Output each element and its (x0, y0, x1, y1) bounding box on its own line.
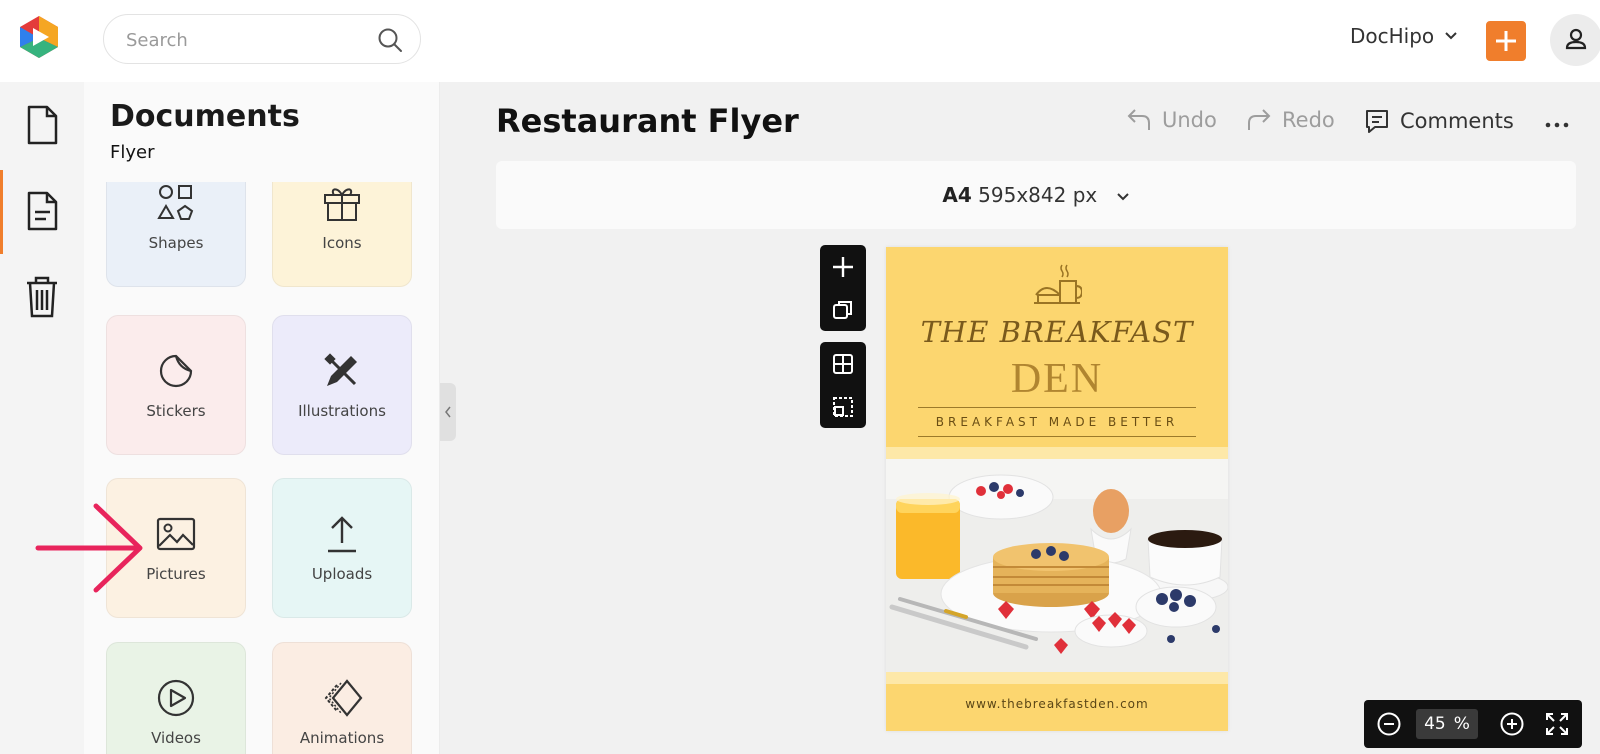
plus-icon (833, 256, 853, 277)
animation-icon (324, 679, 363, 717)
create-button[interactable] (1486, 21, 1526, 61)
image-icon (156, 517, 196, 551)
page-size-name: A4 (942, 183, 972, 207)
tile-label: Shapes (148, 234, 204, 252)
file-text-icon (27, 191, 58, 231)
search-box[interactable] (103, 14, 421, 64)
tile-stickers[interactable]: Stickers (106, 315, 246, 455)
tile-uploads[interactable]: Uploads (272, 478, 412, 618)
fullscreen-button[interactable] (1542, 709, 1572, 739)
annotation-arrow (35, 503, 143, 593)
left-rail (0, 82, 84, 754)
zoom-out-button[interactable] (1374, 709, 1404, 739)
zoom-in-icon (1500, 712, 1524, 736)
copy-icon (833, 300, 852, 319)
tile-icons[interactable]: Icons (272, 182, 412, 287)
zoom-unit: % (1453, 714, 1470, 734)
tile-label: Uploads (311, 565, 373, 583)
flyer-title-line2: DEN (1010, 356, 1104, 402)
tile-shapes[interactable]: Shapes (106, 182, 246, 287)
shapes-icon (157, 185, 194, 220)
flyer-page[interactable]: THE BREAKFAST DEN BREAKFAST MADE BETTER (886, 247, 1228, 731)
add-page-button[interactable] (828, 252, 858, 282)
illustration-icon (324, 353, 357, 386)
tile-label: Animations (299, 729, 385, 747)
flyer-url: www.thebreakfastden.com (965, 697, 1149, 711)
panel-collapse-handle[interactable] (440, 383, 456, 441)
gift-icon (324, 188, 360, 221)
zoom-in-button[interactable] (1497, 709, 1527, 739)
tile-label: Icons (322, 234, 362, 252)
comments-button[interactable]: Comments (1364, 108, 1514, 134)
search-input[interactable] (126, 27, 366, 53)
search-icon[interactable] (376, 26, 404, 54)
redo-label: Redo (1282, 108, 1335, 132)
grid-icon (833, 353, 853, 374)
user-profile-button[interactable] (1550, 14, 1600, 66)
tile-label: Pictures (146, 565, 206, 583)
flyer-stripe (886, 447, 1228, 459)
panel-title: Documents (110, 99, 300, 134)
rail-my-designs[interactable] (0, 168, 84, 254)
tile-videos[interactable]: Videos (106, 642, 246, 754)
dochipo-logo[interactable] (16, 14, 62, 60)
plus-icon (1496, 31, 1516, 51)
rail-documents[interactable] (0, 82, 84, 168)
chevron-down-icon (1116, 193, 1129, 201)
zoom-out-icon (1377, 712, 1401, 736)
tile-label: Videos (151, 729, 201, 747)
select-area-button[interactable] (828, 392, 858, 422)
zoom-controls: 45 % (1364, 700, 1582, 748)
element-tiles: Shapes Icons Stickers Illustrations Pict… (84, 182, 439, 754)
redo-icon (1248, 109, 1271, 130)
documents-panel: Documents Flyer Shapes Icons Stickers Il… (84, 82, 440, 754)
comment-icon (1366, 110, 1388, 133)
breakfast-photo (886, 459, 1228, 672)
undo-label: Undo (1162, 108, 1217, 132)
chevron-left-icon (445, 406, 451, 418)
trash-icon (27, 276, 57, 318)
page-size-dimensions: 595x842 px (978, 183, 1098, 207)
document-title[interactable]: Restaurant Flyer (496, 102, 799, 140)
zoom-value: 45 (1424, 714, 1446, 734)
document-icon (27, 105, 58, 145)
flyer-tagline: BREAKFAST MADE BETTER (918, 407, 1196, 437)
grid-button[interactable] (828, 349, 858, 379)
undo-icon (1127, 109, 1150, 130)
comments-label: Comments (1400, 109, 1514, 133)
zoom-level[interactable]: 45 % (1416, 709, 1478, 739)
top-bar: DocHipo (0, 0, 1600, 82)
tile-illustrations[interactable]: Illustrations (272, 315, 412, 455)
undo-button[interactable]: Undo (1126, 108, 1217, 132)
page-layout-toolbar (820, 342, 866, 428)
panel-subtitle: Flyer (110, 142, 155, 163)
breakfast-logo-icon (1034, 264, 1082, 304)
more-options-icon[interactable] (1540, 108, 1574, 142)
user-icon (1565, 28, 1587, 50)
tile-label: Stickers (146, 402, 206, 420)
play-icon (157, 679, 195, 717)
select-area-icon (833, 396, 853, 417)
redo-button[interactable]: Redo (1246, 108, 1335, 132)
duplicate-page-button[interactable] (828, 295, 858, 325)
page-actions-toolbar (820, 245, 866, 331)
tile-animations[interactable]: Animations (272, 642, 412, 754)
page-size-bar: A4 595x842 px (496, 161, 1576, 229)
sticker-icon (159, 354, 193, 388)
flyer-title-line1: THE BREAKFAST (920, 315, 1194, 349)
chevron-down-icon (1445, 32, 1457, 40)
page-size-selector[interactable]: A4 595x842 px (496, 183, 1576, 207)
tile-label: Illustrations (298, 402, 386, 420)
account-menu[interactable]: DocHipo (1350, 24, 1458, 48)
flyer-stripe (886, 672, 1228, 684)
rail-trash[interactable] (0, 254, 84, 340)
fullscreen-icon (1546, 713, 1568, 735)
account-name: DocHipo (1350, 24, 1435, 48)
upload-icon (328, 516, 356, 553)
